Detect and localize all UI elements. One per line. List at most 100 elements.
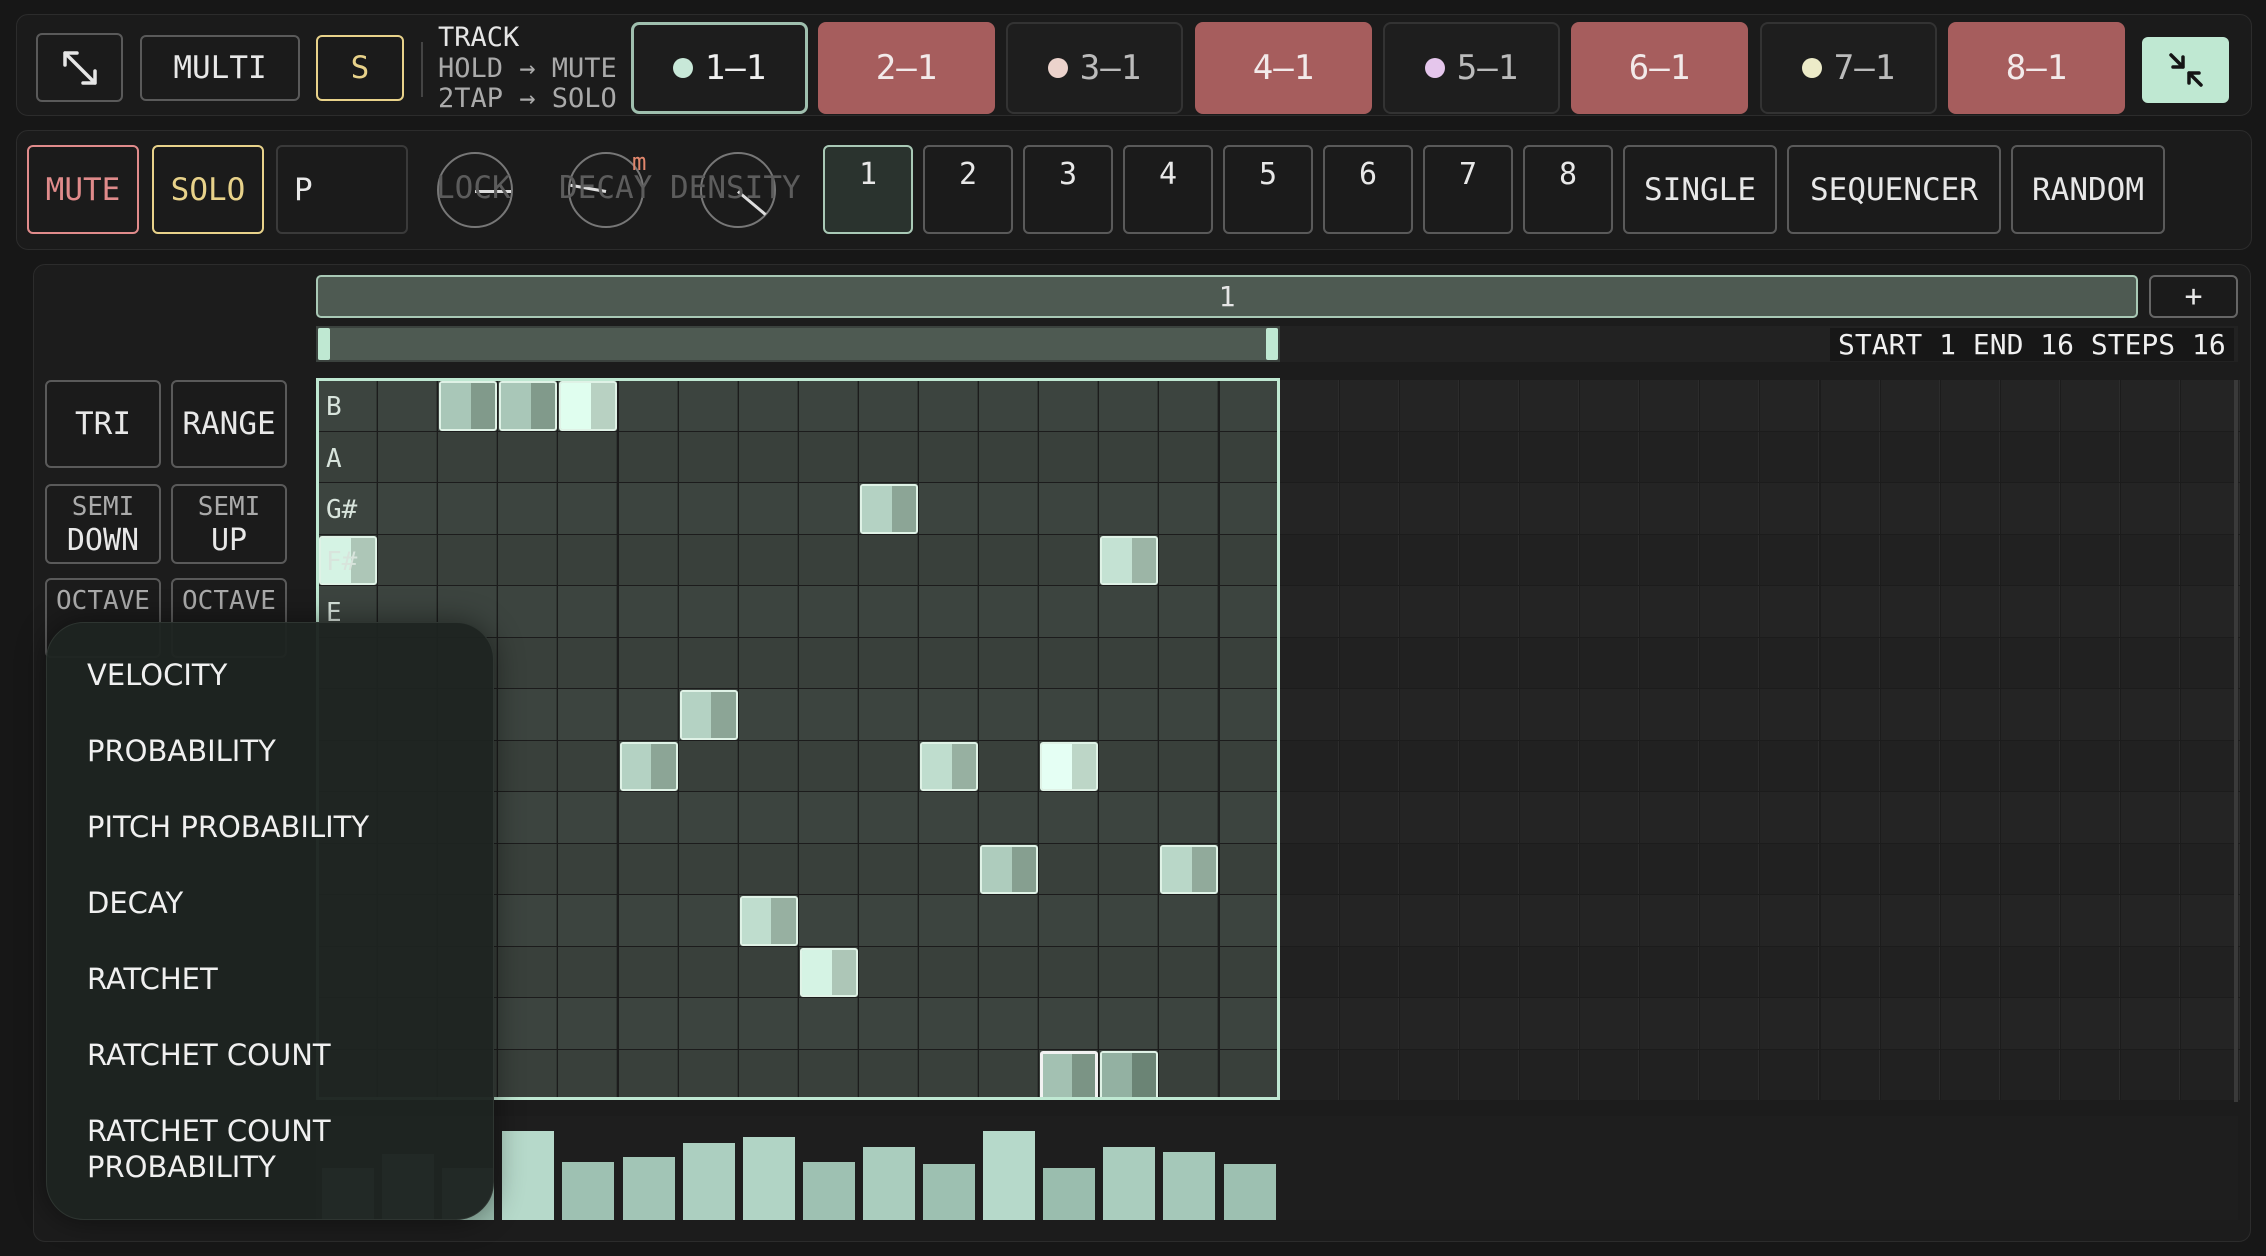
grid-cell[interactable] bbox=[678, 946, 738, 997]
grid-cell[interactable] bbox=[1339, 843, 1399, 894]
grid-cell[interactable] bbox=[1820, 483, 1880, 534]
grid-cell[interactable] bbox=[1459, 431, 1519, 482]
grid-cell[interactable] bbox=[1580, 534, 1640, 585]
mode-single-button[interactable]: SINGLE bbox=[1623, 145, 1777, 234]
grid-cell[interactable] bbox=[1520, 586, 1580, 637]
grid-cell[interactable] bbox=[438, 534, 498, 585]
grid-cell[interactable] bbox=[798, 483, 858, 534]
grid-cell[interactable] bbox=[618, 689, 678, 740]
grid-cell[interactable] bbox=[1940, 998, 2000, 1049]
grid-cell[interactable] bbox=[1039, 380, 1099, 431]
grid-cell[interactable] bbox=[2060, 380, 2120, 431]
grid-cell[interactable] bbox=[1219, 740, 1279, 791]
grid-cell[interactable] bbox=[1279, 586, 1339, 637]
grid-cell[interactable] bbox=[618, 843, 678, 894]
grid-cell[interactable] bbox=[1219, 431, 1279, 482]
note-step[interactable] bbox=[1040, 741, 1099, 791]
grid-cell[interactable] bbox=[1039, 689, 1099, 740]
grid-cell[interactable] bbox=[1219, 637, 1279, 688]
grid-cell[interactable] bbox=[2181, 483, 2241, 534]
menu-item-ratchet[interactable]: RATCHET bbox=[87, 961, 218, 997]
velocity-bar[interactable] bbox=[1103, 1147, 1156, 1220]
grid-cell[interactable] bbox=[858, 946, 918, 997]
grid-cell[interactable] bbox=[1339, 895, 1399, 946]
grid-cell[interactable] bbox=[2000, 637, 2060, 688]
menu-item-velocity[interactable]: VELOCITY bbox=[87, 657, 227, 693]
grid-cell[interactable] bbox=[919, 637, 979, 688]
grid-cell[interactable] bbox=[919, 483, 979, 534]
grid-cell[interactable] bbox=[1880, 431, 1940, 482]
grid-cell[interactable] bbox=[1520, 792, 1580, 843]
grid-cell[interactable] bbox=[2121, 998, 2181, 1049]
grid-cell[interactable] bbox=[558, 740, 618, 791]
grid-cell[interactable] bbox=[1399, 483, 1459, 534]
grid-cell[interactable] bbox=[1520, 689, 1580, 740]
grid-cell[interactable] bbox=[1940, 380, 2000, 431]
grid-cell[interactable] bbox=[1339, 586, 1399, 637]
grid-cell[interactable] bbox=[2121, 946, 2181, 997]
grid-cell[interactable] bbox=[678, 483, 738, 534]
expand-button[interactable] bbox=[36, 33, 123, 102]
grid-cell[interactable] bbox=[1159, 1049, 1219, 1100]
grid-cell[interactable] bbox=[979, 946, 1039, 997]
track-button-7[interactable]: 7–1 bbox=[1760, 22, 1937, 114]
grid-cell[interactable] bbox=[1880, 586, 1940, 637]
grid-cell[interactable] bbox=[1700, 483, 1760, 534]
grid-cell[interactable] bbox=[1279, 843, 1339, 894]
grid-cell[interactable] bbox=[1459, 843, 1519, 894]
grid-cell[interactable] bbox=[979, 534, 1039, 585]
grid-cell[interactable] bbox=[1279, 946, 1339, 997]
grid-cell[interactable] bbox=[2181, 431, 2241, 482]
grid-cell[interactable] bbox=[1940, 689, 2000, 740]
grid-cell[interactable] bbox=[498, 637, 558, 688]
grid-cell[interactable] bbox=[618, 380, 678, 431]
grid-cell[interactable] bbox=[2000, 586, 2060, 637]
grid-cell[interactable] bbox=[1039, 637, 1099, 688]
grid-cell[interactable] bbox=[558, 431, 618, 482]
grid-cell[interactable] bbox=[678, 637, 738, 688]
grid-cell[interactable] bbox=[1580, 895, 1640, 946]
grid-cell[interactable] bbox=[1339, 689, 1399, 740]
grid-cell[interactable] bbox=[1580, 843, 1640, 894]
grid-cell[interactable] bbox=[1520, 895, 1580, 946]
grid-cell[interactable] bbox=[979, 998, 1039, 1049]
grid-cell[interactable] bbox=[2060, 534, 2120, 585]
grid-cell[interactable] bbox=[2060, 689, 2120, 740]
grid-cell[interactable] bbox=[919, 431, 979, 482]
note-step[interactable] bbox=[1040, 1050, 1099, 1100]
grid-cell[interactable] bbox=[1399, 1049, 1459, 1100]
menu-item-decay[interactable]: DECAY bbox=[87, 885, 183, 921]
grid-cell[interactable] bbox=[738, 998, 798, 1049]
grid-cell[interactable] bbox=[1940, 740, 2000, 791]
grid-cell[interactable] bbox=[1640, 637, 1700, 688]
grid-cell[interactable] bbox=[1640, 792, 1700, 843]
grid-cell[interactable] bbox=[1880, 998, 1940, 1049]
grid-cell[interactable] bbox=[2000, 946, 2060, 997]
grid-cell[interactable] bbox=[558, 792, 618, 843]
pattern-button-7[interactable]: 7 bbox=[1423, 145, 1513, 234]
grid-cell[interactable] bbox=[2000, 792, 2060, 843]
grid-cell[interactable] bbox=[1820, 740, 1880, 791]
grid-cell[interactable] bbox=[678, 380, 738, 431]
grid-cell[interactable] bbox=[1099, 637, 1159, 688]
grid-cell[interactable] bbox=[2000, 431, 2060, 482]
grid-cell[interactable] bbox=[858, 380, 918, 431]
grid-cell[interactable] bbox=[1640, 380, 1700, 431]
grid-cell[interactable] bbox=[1580, 946, 1640, 997]
grid-cell[interactable] bbox=[1580, 483, 1640, 534]
grid-cell[interactable] bbox=[979, 740, 1039, 791]
grid-cell[interactable] bbox=[1219, 946, 1279, 997]
grid-cell[interactable] bbox=[498, 689, 558, 740]
grid-cell[interactable] bbox=[1099, 792, 1159, 843]
grid-cell[interactable] bbox=[1159, 534, 1219, 585]
grid-cell[interactable] bbox=[1940, 792, 2000, 843]
grid-cell[interactable] bbox=[2060, 483, 2120, 534]
grid-cell[interactable] bbox=[2060, 637, 2120, 688]
grid-cell[interactable] bbox=[1039, 586, 1099, 637]
grid-cell[interactable] bbox=[1279, 483, 1339, 534]
grid-cell[interactable] bbox=[979, 431, 1039, 482]
menu-item-ratchet-count[interactable]: RATCHET COUNT bbox=[87, 1037, 331, 1073]
grid-cell[interactable] bbox=[498, 586, 558, 637]
grid-cell[interactable] bbox=[919, 380, 979, 431]
grid-cell[interactable] bbox=[378, 431, 438, 482]
